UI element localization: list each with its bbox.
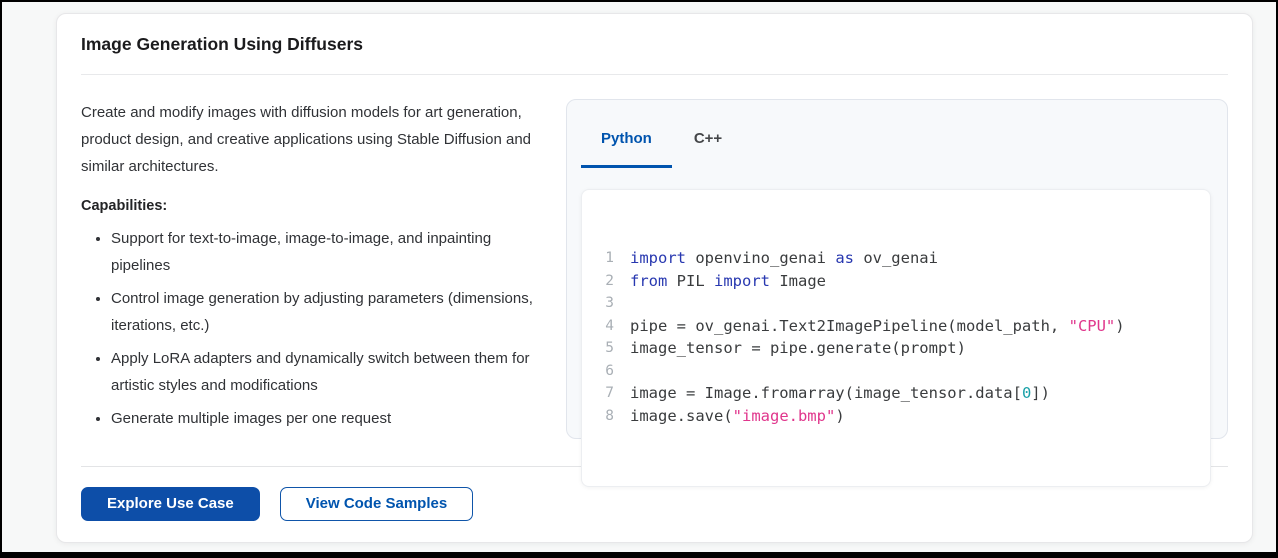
code-text <box>630 292 639 315</box>
line-number: 7 <box>600 382 614 405</box>
code-line: 6 <box>600 360 1192 383</box>
use-case-description: Create and modify images with diffusion … <box>81 99 543 180</box>
line-number: 3 <box>600 292 614 315</box>
line-number: 6 <box>600 360 614 383</box>
line-number: 1 <box>600 247 614 270</box>
capability-item: Support for text-to-image, image-to-imag… <box>111 226 543 279</box>
card-title: Image Generation Using Diffusers <box>81 31 1228 57</box>
line-number: 2 <box>600 270 614 293</box>
view-code-samples-button[interactable]: View Code Samples <box>280 487 473 521</box>
code-line: 4 pipe = ov_genai.Text2ImagePipeline(mode… <box>600 315 1192 338</box>
code-text: image.save("image.bmp") <box>630 405 845 428</box>
code-text: import openvino_genai as ov_genai <box>630 247 938 270</box>
language-tabs: Python C++ <box>581 130 1211 168</box>
code-line: 1 import openvino_genai as ov_genai <box>600 247 1192 270</box>
line-number: 8 <box>600 405 614 428</box>
code-line: 2 from PIL import Image <box>600 270 1192 293</box>
page-frame: Image Generation Using Diffusers Create … <box>0 0 1278 558</box>
capability-item: Generate multiple images per one request <box>111 406 543 433</box>
code-line: 5 image_tensor = pipe.generate(prompt) <box>600 337 1192 360</box>
button-row: Explore Use Case View Code Samples <box>81 487 1228 521</box>
use-case-details: Create and modify images with diffusion … <box>81 99 543 440</box>
code-line: 3 <box>600 292 1192 315</box>
line-number: 5 <box>600 337 614 360</box>
capability-item: Control image generation by adjusting pa… <box>111 286 543 339</box>
use-case-card: Image Generation Using Diffusers Create … <box>56 13 1253 543</box>
capabilities-heading: Capabilities: <box>81 198 543 214</box>
header-divider <box>81 74 1228 75</box>
code-block: 1 import openvino_genai as ov_genai 2 from … <box>581 189 1211 487</box>
code-sample-panel: Python C++ 1 import openvino_genai as ov_… <box>566 99 1228 439</box>
content-row: Create and modify images with diffusion … <box>81 99 1228 440</box>
code-line: 7 image = Image.fromarray(image_tensor.da… <box>600 382 1192 405</box>
code-line: 8 image.save("image.bmp") <box>600 405 1192 428</box>
code-text: pipe = ov_genai.Text2ImagePipeline(model… <box>630 315 1125 338</box>
code-sample-column: Python C++ 1 import openvino_genai as ov_… <box>566 99 1228 440</box>
code-text <box>630 360 639 383</box>
capabilities-list: Support for text-to-image, image-to-imag… <box>81 226 543 433</box>
tab-python[interactable]: Python <box>581 130 672 168</box>
code-lines: 1 import openvino_genai as ov_genai 2 from … <box>600 247 1192 427</box>
line-number: 4 <box>600 315 614 338</box>
code-text: image_tensor = pipe.generate(prompt) <box>630 337 966 360</box>
explore-use-case-button[interactable]: Explore Use Case <box>81 487 260 521</box>
tab-cpp[interactable]: C++ <box>674 130 742 168</box>
capability-item: Apply LoRA adapters and dynamically swit… <box>111 346 543 399</box>
code-text: image = Image.fromarray(image_tensor.dat… <box>630 382 1050 405</box>
code-text: from PIL import Image <box>630 270 826 293</box>
